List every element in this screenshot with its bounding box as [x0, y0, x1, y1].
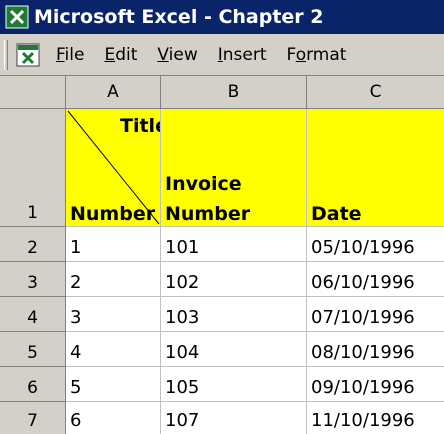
cell-b1-line2: Number: [165, 203, 251, 225]
menu-edit[interactable]: Edit: [104, 45, 137, 65]
excel-window: Microsoft Excel - Chapter 2 File Edit Vi…: [0, 0, 444, 434]
cell-a4[interactable]: 3: [66, 297, 161, 332]
title-bar: Microsoft Excel - Chapter 2: [0, 0, 444, 34]
cell-a7[interactable]: 6: [66, 402, 161, 434]
row-header-5[interactable]: 5: [0, 332, 66, 367]
column-header-c[interactable]: C: [307, 76, 444, 109]
cell-c1[interactable]: Date: [307, 109, 444, 227]
cell-c2[interactable]: 05/10/1996: [307, 227, 444, 262]
cell-c7[interactable]: 11/10/1996: [307, 402, 444, 434]
cell-b1-line1: Invoice: [165, 173, 242, 195]
cell-a6[interactable]: 5: [66, 367, 161, 402]
cell-c4[interactable]: 07/10/1996: [307, 297, 444, 332]
toolbar-grip[interactable]: [4, 39, 8, 70]
cell-b6[interactable]: 105: [161, 367, 307, 402]
select-all-corner[interactable]: [0, 76, 66, 109]
cell-c5[interactable]: 08/10/1996: [307, 332, 444, 367]
row-header-7[interactable]: 7: [0, 402, 66, 434]
menu-view[interactable]: View: [157, 45, 197, 65]
spreadsheet-grid: A B C 1 Title Number Invoice Number Date…: [0, 76, 444, 434]
row-header-2[interactable]: 2: [0, 227, 66, 262]
menu-file[interactable]: File: [56, 45, 84, 65]
menu-format[interactable]: Format: [287, 45, 347, 65]
menu-bar: File Edit View Insert Format: [0, 34, 444, 76]
row-header-4[interactable]: 4: [0, 297, 66, 332]
column-header-a[interactable]: A: [66, 76, 161, 109]
cell-b2[interactable]: 101: [161, 227, 307, 262]
excel-app-icon[interactable]: [5, 5, 29, 29]
cell-a1-number: Number: [70, 203, 156, 225]
cell-a2[interactable]: 1: [66, 227, 161, 262]
row-header-3[interactable]: 3: [0, 262, 66, 297]
cell-c6[interactable]: 09/10/1996: [307, 367, 444, 402]
cell-a5[interactable]: 4: [66, 332, 161, 367]
cell-b5[interactable]: 104: [161, 332, 307, 367]
cell-b3[interactable]: 102: [161, 262, 307, 297]
column-header-b[interactable]: B: [161, 76, 307, 109]
cell-a1[interactable]: Title Number: [66, 109, 161, 227]
row-header-1[interactable]: 1: [0, 109, 66, 227]
cell-b7[interactable]: 107: [161, 402, 307, 434]
workbook-icon[interactable]: [14, 41, 42, 69]
cell-c3[interactable]: 06/10/1996: [307, 262, 444, 297]
cell-b1[interactable]: Invoice Number: [161, 109, 307, 227]
cell-a1-title: Title: [120, 115, 160, 137]
menu-insert[interactable]: Insert: [218, 45, 267, 65]
cell-c1-date: Date: [311, 203, 362, 225]
window-title: Microsoft Excel - Chapter 2: [34, 6, 324, 28]
cell-a3[interactable]: 2: [66, 262, 161, 297]
row-header-6[interactable]: 6: [0, 367, 66, 402]
cell-b4[interactable]: 103: [161, 297, 307, 332]
